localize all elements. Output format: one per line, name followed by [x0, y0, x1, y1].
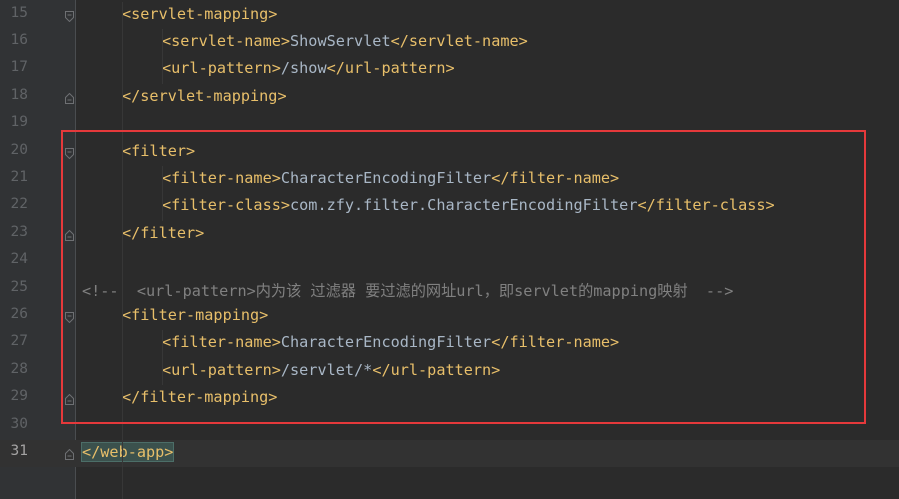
- xml-tag-token: <url-pattern>: [162, 59, 281, 78]
- indent-guide: [162, 330, 163, 386]
- code-line[interactable]: 30: [0, 413, 899, 440]
- fold-collapse-icon[interactable]: [65, 10, 74, 22]
- code-line[interactable]: 25 <!-- <url-pattern>内为该 过滤器 要过滤的网址url，即s…: [0, 276, 899, 303]
- line-number: 29: [10, 388, 28, 405]
- code-line[interactable]: 15 <servlet-mapping>: [0, 2, 899, 29]
- code-text[interactable]: <servlet-mapping>: [122, 5, 277, 23]
- fold-collapse-icon[interactable]: [65, 147, 74, 159]
- line-number: 26: [10, 305, 28, 322]
- code-line[interactable]: 23 </filter>: [0, 221, 899, 248]
- code-line[interactable]: 22 <filter-class>com.zfy.filter.Character…: [0, 193, 899, 220]
- xml-tag-token: </filter-name>: [491, 333, 620, 352]
- text-token: CharacterEncodingFilter: [280, 333, 492, 352]
- xml-tag-token: <servlet-mapping>: [122, 4, 278, 23]
- line-number: 20: [10, 141, 28, 158]
- code-text[interactable]: </web-app>: [80, 441, 175, 462]
- text-token: /show: [280, 59, 327, 78]
- xml-tag-token: </filter>: [122, 223, 205, 242]
- code-text[interactable]: <filter-mapping>: [122, 306, 268, 324]
- line-number: 27: [10, 333, 28, 350]
- xml-tag-token: </filter-name>: [491, 168, 620, 187]
- xml-tag-token: <filter-mapping>: [122, 305, 269, 324]
- line-number: 28: [10, 360, 28, 377]
- code-text[interactable]: <filter-name>CharacterEncodingFilter</fi…: [162, 333, 619, 351]
- xml-tag-token: <url-pattern>: [162, 360, 281, 379]
- line-number: 18: [10, 86, 28, 103]
- line-number: 24: [10, 251, 28, 268]
- line-number: 25: [10, 278, 28, 295]
- xml-tag-token: <filter>: [122, 141, 196, 160]
- line-number: 22: [10, 196, 28, 213]
- text-token: CharacterEncodingFilter: [280, 168, 492, 187]
- code-line[interactable]: 18 </servlet-mapping>: [0, 84, 899, 111]
- code-line[interactable]: 29 </filter-mapping>: [0, 385, 899, 412]
- text-token: /servlet/*: [280, 360, 373, 379]
- code-line[interactable]: 20 <filter>: [0, 139, 899, 166]
- code-line[interactable]: 28 <url-pattern>/servlet/*</url-pattern>: [0, 358, 899, 385]
- indent-guide: [122, 1, 123, 499]
- code-line[interactable]: 31 </web-app>: [0, 439, 899, 468]
- code-line[interactable]: 17 <url-pattern>/show</url-pattern>: [0, 56, 899, 83]
- xml-tag-token: <filter-class>: [162, 196, 291, 215]
- xml-tag-token: <filter-name>: [162, 168, 281, 187]
- line-number: 23: [10, 223, 28, 240]
- line-number: 19: [10, 114, 28, 131]
- xml-tag-token: </filter-mapping>: [122, 388, 278, 407]
- code-text[interactable]: <filter-name>CharacterEncodingFilter</fi…: [162, 169, 619, 187]
- code-text[interactable]: </filter>: [122, 224, 204, 242]
- indent-guide: [162, 165, 163, 221]
- fold-end-icon[interactable]: [65, 394, 74, 406]
- code-text[interactable]: <url-pattern>/show</url-pattern>: [162, 59, 455, 77]
- code-text[interactable]: <url-pattern>/servlet/*</url-pattern>: [162, 361, 500, 379]
- code-line[interactable]: 21 <filter-name>CharacterEncodingFilter</…: [0, 166, 899, 193]
- code-text[interactable]: <servlet-name>ShowServlet</servlet-name>: [162, 32, 528, 50]
- code-line[interactable]: 24: [0, 248, 899, 275]
- xml-tag-token: </web-app>: [80, 441, 175, 462]
- line-number: 16: [10, 31, 28, 48]
- xml-tag-token: <filter-name>: [162, 333, 281, 352]
- line-number: 17: [10, 59, 28, 76]
- text-token: ShowServlet: [290, 31, 391, 50]
- xml-tag-token: </url-pattern>: [326, 59, 455, 78]
- text-token: com.zfy.filter.CharacterEncodingFilter: [290, 196, 638, 215]
- code-text[interactable]: <filter-class>com.zfy.filter.CharacterEn…: [162, 196, 775, 214]
- fold-end-icon[interactable]: [65, 92, 74, 104]
- line-number: 21: [10, 168, 28, 185]
- line-number: 31: [10, 442, 28, 459]
- fold-collapse-icon[interactable]: [65, 311, 74, 323]
- code-text[interactable]: <filter>: [122, 142, 195, 160]
- line-number: 15: [10, 4, 28, 21]
- xml-tag-token: </servlet-mapping>: [122, 86, 287, 105]
- xml-tag-token: </servlet-name>: [390, 31, 528, 50]
- line-number: 30: [10, 415, 28, 432]
- code-line[interactable]: 16 <servlet-name>ShowServlet</servlet-nam…: [0, 29, 899, 56]
- comment-token: <!-- <url-pattern>内为该 过滤器 要过滤的网址url，即ser…: [82, 281, 734, 300]
- code-line[interactable]: 27 <filter-name>CharacterEncodingFilter</…: [0, 330, 899, 357]
- code-line[interactable]: 26 <filter-mapping>: [0, 303, 899, 330]
- fold-end-icon[interactable]: [65, 229, 74, 241]
- xml-tag-token: </filter-class>: [637, 196, 775, 215]
- fold-end-icon[interactable]: [65, 448, 74, 460]
- xml-tag-token: </url-pattern>: [372, 360, 501, 379]
- code-text[interactable]: </filter-mapping>: [122, 388, 277, 406]
- code-text[interactable]: </servlet-mapping>: [122, 87, 287, 105]
- code-text[interactable]: <!-- <url-pattern>内为该 过滤器 要过滤的网址url，即ser…: [82, 279, 733, 301]
- indent-guide: [162, 28, 163, 84]
- code-editor[interactable]: 15 <servlet-mapping> 16 <servlet-name>ShowS…: [0, 0, 899, 499]
- xml-tag-token: <servlet-name>: [162, 31, 291, 50]
- code-line[interactable]: 19: [0, 111, 899, 138]
